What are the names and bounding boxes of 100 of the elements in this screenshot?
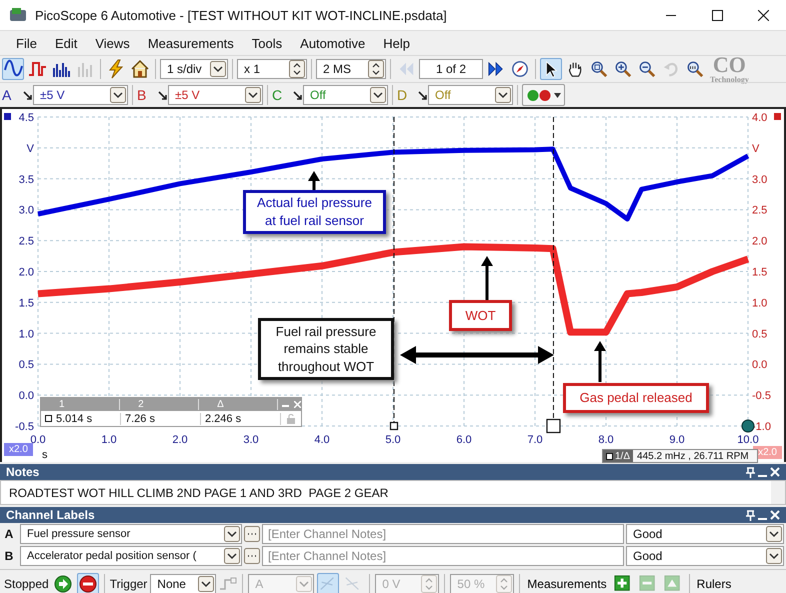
trigger-marker[interactable] xyxy=(742,420,754,432)
axis-label: 4.0 xyxy=(752,112,768,124)
axis-label: 3.0 xyxy=(243,434,259,446)
magnifier-icon xyxy=(590,60,608,78)
timebase-dropdown[interactable]: 1 s/div xyxy=(160,59,228,79)
menu-item[interactable]: File xyxy=(8,34,45,52)
channel-letter: B xyxy=(137,87,148,103)
panel-title: Notes xyxy=(6,465,40,479)
channel-label-dropdown[interactable]: Fuel pressure sensor xyxy=(20,524,242,544)
axis-label: 0.5 xyxy=(752,328,768,340)
axis-label: 6.0 xyxy=(456,434,472,446)
axis-label: 4.5 xyxy=(18,112,34,124)
channel-dots-icon xyxy=(526,88,552,102)
callout-label: Gas pedal released xyxy=(563,383,709,413)
menu-item[interactable]: Edit xyxy=(46,34,86,52)
status-dropdown[interactable]: Good xyxy=(626,524,784,544)
maximize-icon xyxy=(712,10,722,20)
axis-label: 3.0 xyxy=(18,204,34,217)
more-icon[interactable] xyxy=(244,548,260,564)
axis-label: 2.5 xyxy=(18,236,34,248)
buffer-field[interactable]: 1 of 2 xyxy=(419,59,483,79)
table-cell: 5.014 s xyxy=(56,412,92,424)
scrollbar[interactable] xyxy=(771,481,785,504)
samples-spinner[interactable]: 2 MS xyxy=(316,59,386,79)
range-dropdown[interactable]: ±5 V xyxy=(168,85,263,105)
home-icon xyxy=(130,59,150,79)
ruler-handle[interactable] xyxy=(390,422,398,430)
rulers-button[interactable]: Rulers xyxy=(694,577,734,591)
channel-toggle-button[interactable] xyxy=(522,84,565,106)
toolbar-button[interactable] xyxy=(129,58,151,80)
close-icon[interactable] xyxy=(770,510,780,520)
axis-label: 0.0 xyxy=(18,390,34,402)
undo-icon xyxy=(662,60,680,78)
view-button[interactable] xyxy=(2,58,24,80)
axis-label: 1.5 xyxy=(18,297,34,310)
range-dropdown[interactable]: ±5 V xyxy=(33,85,128,105)
axis-label: 2.5 xyxy=(752,204,768,217)
spinner-icon xyxy=(368,60,384,78)
table-cell: 2.246 s xyxy=(205,412,242,424)
axis-label: 2.0 xyxy=(18,266,34,278)
menu-item[interactable]: Tools xyxy=(244,34,290,52)
notes-field[interactable]: [Enter Channel Notes] xyxy=(262,546,624,566)
menu-item[interactable]: Views xyxy=(87,34,138,52)
channel-marker xyxy=(4,113,11,120)
trigger-label: Trigger xyxy=(110,577,148,591)
axis-label: 10.0 xyxy=(737,434,759,446)
measurements-button[interactable]: Measurements xyxy=(525,577,609,591)
probe-icon xyxy=(158,90,167,100)
scale-badge: x2.0 xyxy=(4,443,33,456)
channel-letter: C xyxy=(272,87,284,103)
double-arrow-left-icon xyxy=(397,60,415,78)
axis-label: 1.0 xyxy=(101,434,117,446)
column-header: 1 xyxy=(59,399,65,410)
square-icon xyxy=(606,452,613,460)
compass-icon xyxy=(511,60,529,78)
arrow xyxy=(594,341,606,382)
close-icon[interactable] xyxy=(770,467,780,477)
panel-title: Channel Labels xyxy=(6,508,96,522)
table-cell: 7.26 s xyxy=(125,412,155,424)
zoom-out-icon xyxy=(638,60,656,78)
menu-item[interactable]: Automotive xyxy=(292,34,374,52)
axis-label: 0.5 xyxy=(18,359,34,372)
plus-icon xyxy=(614,575,632,593)
ruler-line[interactable] xyxy=(552,116,554,420)
double-arrow-right-icon xyxy=(487,60,505,78)
axis-label: 0.0 xyxy=(752,359,768,372)
zoom-spinner[interactable]: x 1 xyxy=(237,59,307,79)
axis-label: 8.0 xyxy=(598,434,614,446)
pin-icon[interactable] xyxy=(746,510,755,520)
close-icon xyxy=(758,10,768,20)
play-icon xyxy=(54,575,72,593)
menu-item[interactable]: Help xyxy=(375,34,418,52)
menu-item[interactable]: Measurements xyxy=(140,34,242,52)
status-dropdown[interactable]: Good xyxy=(626,546,784,566)
channel-marker xyxy=(774,113,781,120)
axis-label: 4.0 xyxy=(314,434,330,446)
ruler-handle[interactable] xyxy=(546,418,561,434)
axis-label: 1.0 xyxy=(18,328,34,340)
notes-field[interactable]: [Enter Channel Notes] xyxy=(262,524,624,544)
stop-button[interactable] xyxy=(76,573,99,593)
magnifier-icon xyxy=(686,60,704,78)
readout-value: 445.2 mHz , 26.711 RPM xyxy=(636,450,750,462)
axis-label: 5.0 xyxy=(385,434,401,446)
channel-letter: B xyxy=(4,549,14,563)
channel-letter: A xyxy=(4,527,14,541)
trigger-mode-dropdown[interactable]: None xyxy=(150,574,216,593)
square-wave-icon xyxy=(27,59,47,79)
column-header: Δ xyxy=(217,399,224,410)
toolbar-button[interactable] xyxy=(509,58,531,80)
tool-button[interactable] xyxy=(540,58,562,80)
square-icon xyxy=(45,415,52,422)
spinner-icon xyxy=(496,575,512,593)
axis-unit: s xyxy=(42,449,48,461)
more-icon[interactable] xyxy=(244,526,260,542)
channel-label-dropdown[interactable]: Accelerator pedal position sensor ( xyxy=(20,546,242,566)
pin-icon[interactable] xyxy=(746,466,755,478)
axis-label: 3.5 xyxy=(18,174,34,186)
start-button[interactable] xyxy=(52,573,74,593)
range-dropdown[interactable]: Off xyxy=(303,85,388,105)
axis-label: 2.0 xyxy=(752,236,768,248)
